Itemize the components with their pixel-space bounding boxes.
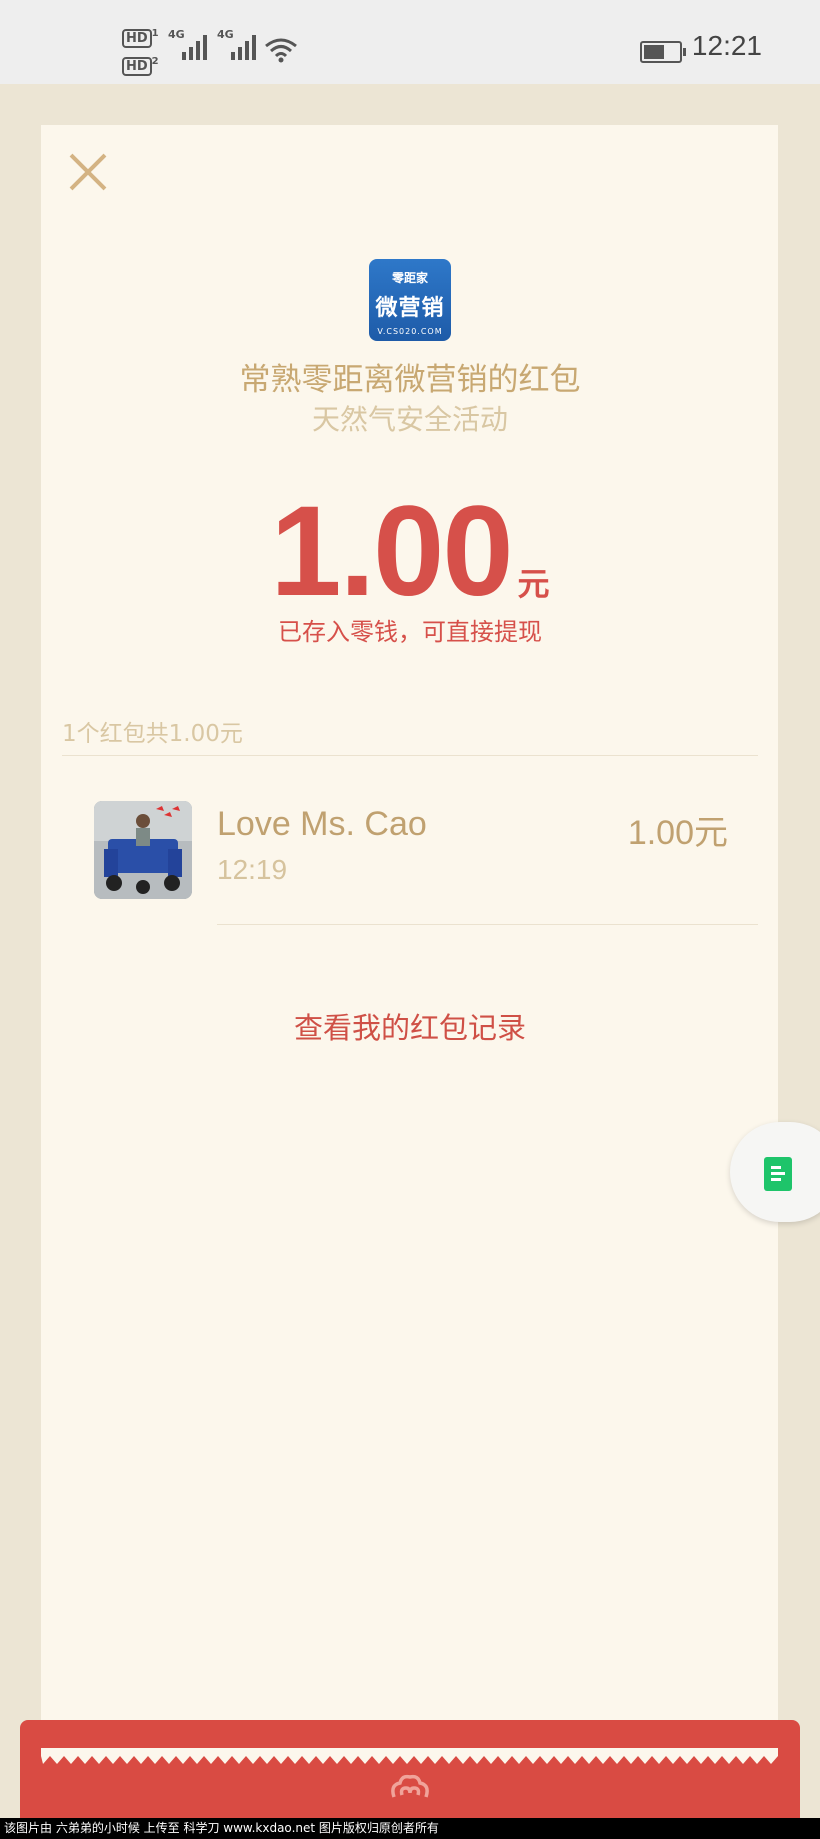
watermark: 该图片由 六弟弟的小时候 上传至 科学刀 www.kxdao.net 图片版权归… [0, 1818, 820, 1839]
document-icon [764, 1157, 792, 1191]
avatar [94, 801, 192, 899]
recipient-amount: 1.00元 [627, 814, 728, 852]
amount-value: 1.00 [270, 480, 513, 623]
recipient-name: Love Ms. Cao [217, 805, 427, 843]
zigzag-edge [41, 1748, 778, 1764]
amount-unit: 元 [517, 565, 550, 603]
sender-logo: 零距家 微营销 V.CS020.COM [369, 259, 451, 341]
divider [62, 755, 758, 756]
close-icon[interactable] [68, 152, 108, 192]
cloud-pattern-icon [391, 1774, 429, 1798]
amount-display: 1.00 元 [0, 478, 820, 625]
activity-subtitle: 天然气安全活动 [311, 403, 508, 436]
floating-document-button[interactable] [730, 1122, 820, 1222]
view-records-link[interactable]: 查看我的红包记录 [0, 1005, 820, 1047]
sim1-indicator: HD 1 [122, 28, 159, 48]
sender-title: 常熟零距离微营销的红包 [239, 362, 581, 398]
packet-summary: 1个红包共1.00元 [62, 721, 243, 747]
deposit-note: 已存入零钱，可直接提现 [278, 618, 542, 646]
list-item[interactable]: Love Ms. Cao 12:19 1.00元 [62, 780, 758, 925]
wifi-icon [265, 38, 297, 63]
recipient-time: 12:19 [217, 854, 288, 885]
sim2-indicator: HD 2 [122, 56, 159, 76]
battery-icon [640, 41, 686, 63]
status-bar: HD 1 HD 2 4G 4G 12:21 [0, 0, 820, 84]
status-time: 12:21 [691, 30, 762, 61]
divider [217, 924, 758, 925]
